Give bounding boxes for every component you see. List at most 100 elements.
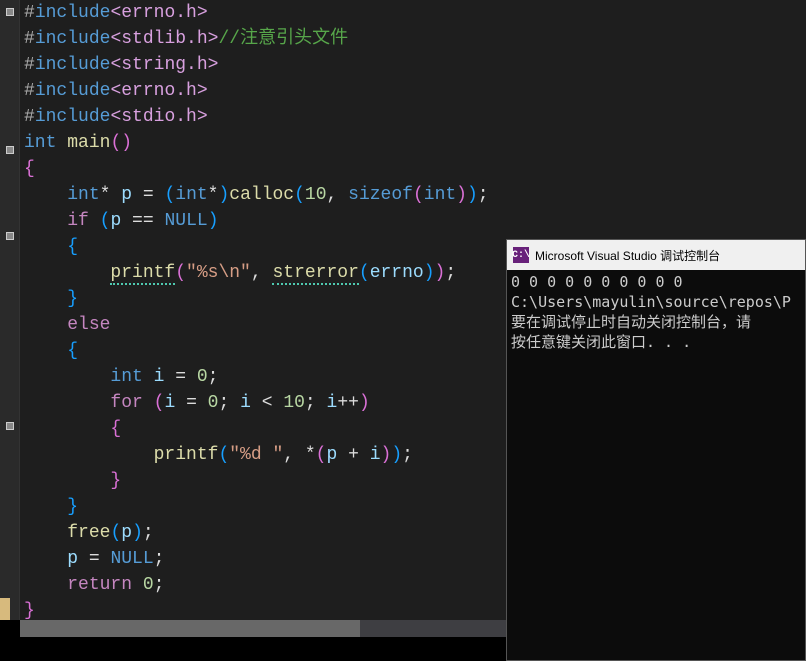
token-num: 0 bbox=[143, 575, 154, 595]
token-paren2: ( bbox=[218, 445, 229, 465]
token-hdr: <errno.h> bbox=[110, 3, 207, 23]
token-fn: calloc bbox=[229, 185, 294, 205]
token-op: ; bbox=[445, 263, 456, 283]
token-op: ; bbox=[154, 549, 165, 569]
code-line[interactable]: int* p = (int*)calloc(10, sizeof(int)); bbox=[24, 182, 806, 208]
token-paren2: ) bbox=[424, 263, 435, 283]
token-kw: NULL bbox=[164, 211, 207, 231]
token-pp: # bbox=[24, 81, 35, 101]
token-op: + bbox=[337, 445, 369, 465]
code-line[interactable]: { bbox=[24, 156, 806, 182]
token-fn: free bbox=[67, 523, 110, 543]
token-inc: include bbox=[35, 3, 111, 23]
token-kwv: else bbox=[67, 315, 110, 335]
token-paren: ( bbox=[175, 263, 186, 283]
token-op: ; bbox=[208, 367, 219, 387]
token-pp: # bbox=[24, 107, 35, 127]
token-op: , bbox=[251, 263, 273, 283]
token-id: p bbox=[110, 211, 121, 231]
token-kwv: return bbox=[67, 575, 143, 595]
token-kw: sizeof bbox=[348, 185, 413, 205]
token-str: "%d " bbox=[229, 445, 283, 465]
token-paren: } bbox=[24, 601, 35, 621]
token-op: ; bbox=[154, 575, 165, 595]
token-paren: { bbox=[24, 159, 35, 179]
token-paren2: ( bbox=[164, 185, 175, 205]
token-num: 10 bbox=[305, 185, 327, 205]
token-id: p bbox=[121, 185, 132, 205]
token-op: * bbox=[208, 185, 219, 205]
code-line[interactable]: int main() bbox=[24, 130, 806, 156]
token-paren2: ) bbox=[208, 211, 219, 231]
token-id: i bbox=[154, 367, 165, 387]
token-num: 10 bbox=[283, 393, 305, 413]
fold-toggle-icon[interactable] bbox=[6, 422, 14, 430]
token-hdr: <stdio.h> bbox=[110, 107, 207, 127]
token-kw: int bbox=[110, 367, 153, 387]
token-kw: NULL bbox=[110, 549, 153, 569]
token-paren2: ) bbox=[132, 523, 143, 543]
gutter[interactable] bbox=[0, 0, 20, 620]
code-line[interactable]: #include<stdio.h> bbox=[24, 104, 806, 130]
token-paren: ) bbox=[359, 393, 370, 413]
console-titlebar[interactable]: C:\ Microsoft Visual Studio 调试控制台 bbox=[507, 240, 805, 270]
token-fn: printf bbox=[110, 263, 175, 285]
token-op: , * bbox=[283, 445, 315, 465]
token-paren2: { bbox=[67, 341, 78, 361]
code-line[interactable]: #include<string.h> bbox=[24, 52, 806, 78]
scroll-thumb[interactable] bbox=[20, 620, 360, 637]
code-line[interactable]: #include<errno.h> bbox=[24, 0, 806, 26]
token-paren: ( bbox=[413, 185, 424, 205]
token-paren: } bbox=[110, 471, 121, 491]
token-kw: int bbox=[67, 185, 99, 205]
code-line[interactable]: #include<stdlib.h>//注意引头文件 bbox=[24, 26, 806, 52]
token-paren2: { bbox=[67, 237, 78, 257]
token-id: errno bbox=[370, 263, 424, 283]
fold-toggle-icon[interactable] bbox=[6, 8, 14, 16]
token-id: i bbox=[240, 393, 251, 413]
token-num: 0 bbox=[208, 393, 219, 413]
token-paren: ) bbox=[381, 445, 392, 465]
token-op: * bbox=[100, 185, 122, 205]
token-kw: int bbox=[175, 185, 207, 205]
token-paren2: ( bbox=[100, 211, 111, 231]
token-op: = bbox=[175, 393, 207, 413]
token-paren: ) bbox=[435, 263, 446, 283]
token-op: == bbox=[121, 211, 164, 231]
token-id: p bbox=[326, 445, 337, 465]
token-cmt: //注意引头文件 bbox=[218, 29, 348, 49]
fold-toggle-icon[interactable] bbox=[6, 232, 14, 240]
token-kw: int bbox=[424, 185, 456, 205]
token-kwv: for bbox=[110, 393, 153, 413]
token-pp: # bbox=[24, 3, 35, 23]
token-kw: int bbox=[24, 133, 67, 153]
code-line[interactable]: #include<errno.h> bbox=[24, 78, 806, 104]
token-hdr: <errno.h> bbox=[110, 81, 207, 101]
token-op: ; bbox=[402, 445, 413, 465]
token-paren: ) bbox=[456, 185, 467, 205]
vs-icon: C:\ bbox=[513, 247, 529, 263]
token-op: ; bbox=[143, 523, 154, 543]
fold-toggle-icon[interactable] bbox=[6, 146, 14, 154]
token-num: 0 bbox=[197, 367, 208, 387]
token-paren2: ) bbox=[391, 445, 402, 465]
token-op: ; bbox=[305, 393, 327, 413]
code-line[interactable]: if (p == NULL) bbox=[24, 208, 806, 234]
token-id: i bbox=[370, 445, 381, 465]
token-id: p bbox=[67, 549, 78, 569]
token-fn: printf bbox=[154, 445, 219, 465]
token-kwv: if bbox=[67, 211, 99, 231]
token-paren2: ) bbox=[467, 185, 478, 205]
console-title: Microsoft Visual Studio 调试控制台 bbox=[535, 247, 720, 264]
token-paren2: } bbox=[67, 289, 78, 309]
token-op: < bbox=[251, 393, 283, 413]
token-op: ++ bbox=[337, 393, 359, 413]
token-id: i bbox=[164, 393, 175, 413]
token-str: "%s\n" bbox=[186, 263, 251, 283]
token-op: ; bbox=[218, 393, 240, 413]
debug-console-window[interactable]: C:\ Microsoft Visual Studio 调试控制台 0 0 0 … bbox=[506, 239, 806, 661]
token-id: i bbox=[327, 393, 338, 413]
token-op: = bbox=[164, 367, 196, 387]
token-id: p bbox=[121, 523, 132, 543]
token-op: = bbox=[132, 185, 164, 205]
